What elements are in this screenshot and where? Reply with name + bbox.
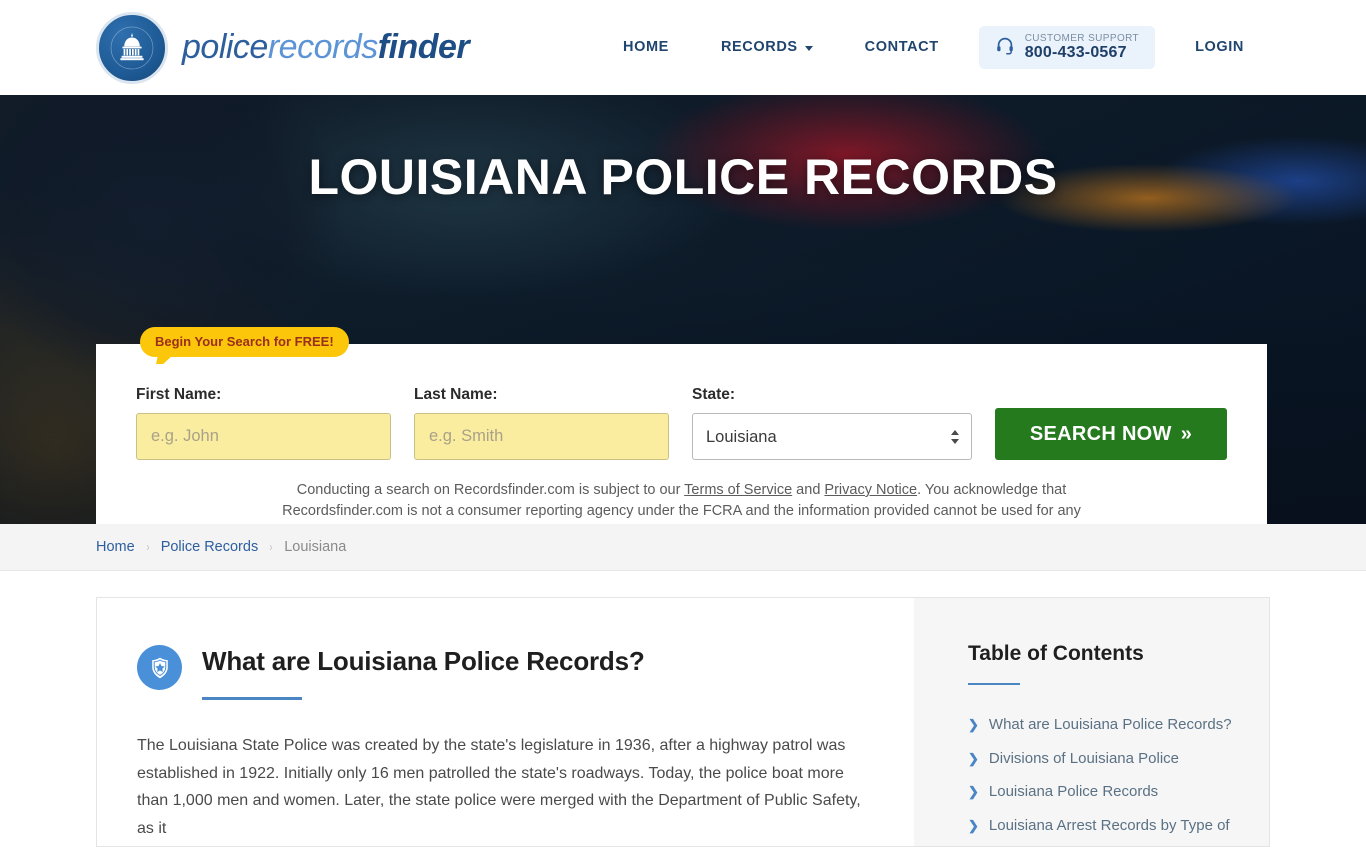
nav-item-login[interactable]: LOGIN bbox=[1169, 39, 1270, 55]
state-label: State: bbox=[692, 386, 736, 403]
toc-link[interactable]: Louisiana Arrest Records by Type of bbox=[989, 813, 1230, 839]
brand-word-3: finder bbox=[377, 28, 470, 66]
support-phone-number: 800-433-0567 bbox=[1024, 44, 1127, 62]
main-content-column: What are Louisiana Police Records? The L… bbox=[96, 597, 914, 847]
toc-link[interactable]: Louisiana Police Records bbox=[989, 779, 1158, 805]
customer-support-button[interactable]: CUSTOMER SUPPORT 800-433-0567 bbox=[978, 25, 1156, 70]
toc-item-louisiana-police-records[interactable]: ❯ Louisiana Police Records bbox=[968, 779, 1235, 805]
toc-list: ❯ What are Louisiana Police Records? ❯ D… bbox=[968, 712, 1235, 838]
search-disclaimer: Conducting a search on Recordsfinder.com… bbox=[136, 460, 1227, 524]
site-header: policerecordsfinder HOME RECORDS CONTACT bbox=[0, 0, 1366, 95]
search-now-label: SEARCH NOW bbox=[1029, 422, 1172, 445]
toc-title: Table of Contents bbox=[968, 642, 1144, 665]
section-paragraph: The Louisiana State Police was created b… bbox=[137, 737, 861, 837]
chevron-right-icon: ❯ bbox=[968, 750, 979, 766]
hero-section: LOUISIANA POLICE RECORDS Begin Your Sear… bbox=[0, 95, 1366, 524]
nav-item-home[interactable]: HOME bbox=[597, 39, 695, 55]
state-field-group: State: Louisiana bbox=[692, 386, 972, 460]
state-select[interactable]: Louisiana bbox=[692, 413, 972, 460]
toc-link[interactable]: Divisions of Louisiana Police bbox=[989, 746, 1179, 772]
toc-link[interactable]: What are Louisiana Police Records? bbox=[989, 712, 1232, 738]
breadcrumb-item-home[interactable]: Home bbox=[96, 539, 135, 555]
breadcrumb-separator-icon: › bbox=[269, 540, 273, 554]
chevron-down-icon bbox=[804, 45, 813, 51]
nav-item-records-label: RECORDS bbox=[720, 39, 798, 56]
page-title: LOUISIANA POLICE RECORDS bbox=[308, 149, 1058, 205]
section-title-wrapper: What are Louisiana Police Records? bbox=[202, 642, 645, 700]
breadcrumb-item-police-records[interactable]: Police Records bbox=[161, 539, 259, 555]
toc-item-what-are-louisiana-police-records[interactable]: ❯ What are Louisiana Police Records? bbox=[968, 712, 1235, 738]
first-name-input[interactable] bbox=[136, 413, 391, 460]
chevron-right-icon: ❯ bbox=[968, 784, 979, 799]
breadcrumb-item-louisiana: Louisiana bbox=[284, 539, 347, 555]
nav-item-home-label: HOME bbox=[623, 39, 669, 56]
terms-of-service-link[interactable]: Terms of Service bbox=[684, 482, 792, 498]
last-name-label: Last Name: bbox=[414, 386, 498, 403]
double-chevron-right-icon: » bbox=[1180, 422, 1193, 445]
police-badge-icon bbox=[137, 645, 182, 690]
nav-item-records[interactable]: RECORDS bbox=[695, 39, 839, 55]
disclaimer-text-2: and bbox=[792, 482, 825, 498]
nav-item-contact-label: CONTACT bbox=[864, 39, 939, 56]
search-form-row: First Name: Last Name: State: Louisiana bbox=[136, 370, 1227, 460]
toc-title-underline bbox=[968, 683, 1020, 685]
search-form-card: Begin Your Search for FREE! First Name: … bbox=[96, 327, 1267, 524]
capitol-dome-icon bbox=[96, 11, 168, 84]
chevron-right-icon: ❯ bbox=[968, 717, 979, 732]
support-label: CUSTOMER SUPPORT bbox=[1024, 32, 1140, 44]
state-select-wrapper: Louisiana bbox=[692, 413, 972, 460]
main-navigation: HOME RECORDS CONTACT CUSTOMER SUPPORT 80… bbox=[597, 25, 1270, 70]
nav-item-contact[interactable]: CONTACT bbox=[839, 39, 965, 55]
headset-icon bbox=[995, 35, 1015, 60]
brand-wordmark: policerecordsfinder bbox=[182, 28, 470, 67]
toc-item-louisiana-arrest-records-by-type[interactable]: ❯ Louisiana Arrest Records by Type of bbox=[968, 813, 1235, 839]
search-now-button[interactable]: SEARCH NOW » bbox=[995, 408, 1227, 460]
first-name-field-group: First Name: bbox=[136, 386, 391, 460]
nav-item-login-label: LOGIN bbox=[1195, 39, 1244, 56]
last-name-field-group: Last Name: bbox=[414, 386, 669, 460]
section-title-underline bbox=[202, 697, 302, 700]
toc-item-divisions-of-louisiana-police[interactable]: ❯ Divisions of Louisiana Police bbox=[968, 746, 1235, 772]
privacy-notice-link[interactable]: Privacy Notice bbox=[824, 482, 917, 498]
chevron-right-icon: ❯ bbox=[968, 817, 979, 833]
sidebar-table-of-contents: Table of Contents ❯ What are Louisiana P… bbox=[914, 597, 1270, 847]
section-title: What are Louisiana Police Records? bbox=[202, 646, 645, 676]
content-area: What are Louisiana Police Records? The L… bbox=[0, 597, 1366, 847]
last-name-input[interactable] bbox=[414, 413, 669, 460]
brand-logo[interactable]: policerecordsfinder bbox=[96, 11, 470, 84]
brand-word-2: records bbox=[267, 28, 378, 66]
first-name-label: First Name: bbox=[136, 386, 222, 403]
support-text: CUSTOMER SUPPORT 800-433-0567 bbox=[1025, 33, 1139, 63]
breadcrumb: Home › Police Records › Louisiana bbox=[0, 524, 1366, 571]
section-header: What are Louisiana Police Records? bbox=[137, 642, 874, 700]
breadcrumb-separator-icon: › bbox=[146, 540, 150, 554]
free-search-badge[interactable]: Begin Your Search for FREE! bbox=[140, 327, 349, 357]
brand-word-1: police bbox=[182, 28, 268, 66]
disclaimer-text-1: Conducting a search on Recordsfinder.com… bbox=[296, 482, 685, 498]
